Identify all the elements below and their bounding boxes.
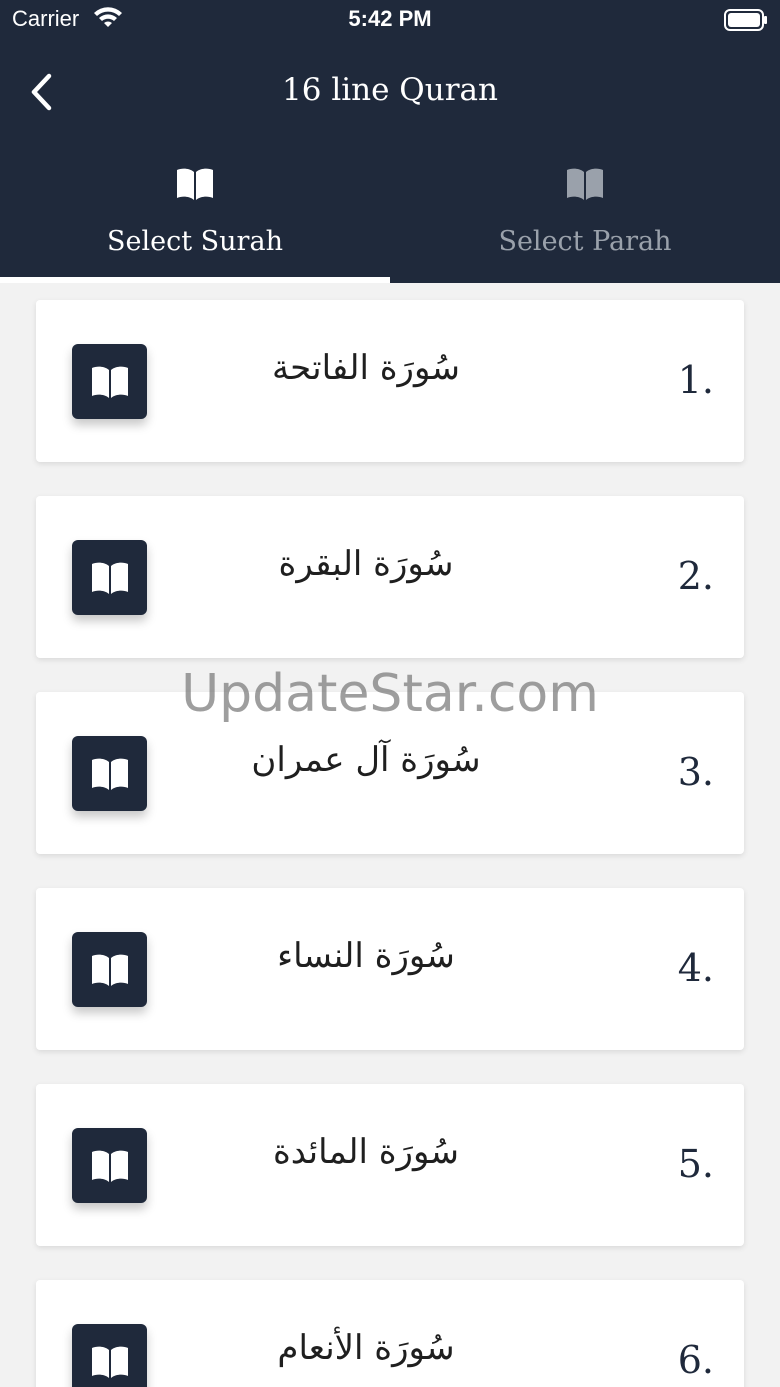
chevron-left-icon — [31, 73, 52, 111]
surah-number: 1. — [677, 358, 714, 402]
book-open-icon — [92, 1346, 128, 1378]
book-open-icon — [92, 562, 128, 594]
tab-bar: Select Surah Select Parah — [0, 150, 780, 283]
status-bar: Carrier 5:42 PM — [0, 0, 780, 40]
open-surah-button[interactable] — [72, 736, 147, 811]
surah-name: سُورَة الفاتحة — [271, 348, 461, 388]
book-open-icon — [567, 168, 603, 200]
tab-select-surah[interactable]: Select Surah — [0, 150, 390, 283]
surah-name: سُورَة البقرة — [278, 544, 454, 584]
app-header: Carrier 5:42 PM 16 line Quran Select Sur — [0, 0, 780, 283]
surah-name: سُورَة الأنعام — [277, 1328, 455, 1368]
tab-select-parah[interactable]: Select Parah — [390, 150, 780, 283]
surah-list-item[interactable]: سُورَة الفاتحة 1. — [36, 300, 744, 462]
open-surah-button[interactable] — [72, 540, 147, 615]
surah-name: سُورَة آل عمران — [251, 740, 481, 780]
navigation-bar: 16 line Quran — [0, 44, 780, 140]
surah-number: 5. — [677, 1142, 714, 1186]
book-open-icon — [92, 1150, 128, 1182]
status-time: 5:42 PM — [348, 6, 432, 31]
open-surah-button[interactable] — [72, 344, 147, 419]
open-surah-button[interactable] — [72, 1128, 147, 1203]
surah-list-item[interactable]: سُورَة آل عمران 3. — [36, 692, 744, 854]
surah-list-item[interactable]: سُورَة المائدة 5. — [36, 1084, 744, 1246]
back-button[interactable] — [22, 70, 62, 114]
page-title: 16 line Quran — [282, 72, 498, 108]
surah-number: 4. — [677, 946, 714, 990]
surah-list-item[interactable]: سُورَة الأنعام 6. — [36, 1280, 744, 1387]
open-surah-button[interactable] — [72, 932, 147, 1007]
surah-list-item[interactable]: سُورَة البقرة 2. — [36, 496, 744, 658]
surah-name: سُورَة المائدة — [272, 1132, 460, 1172]
surah-list[interactable]: سُورَة الفاتحة 1. سُورَة البقرة 2. سُورَ… — [0, 283, 780, 1387]
surah-number: 3. — [677, 750, 714, 794]
tab-label: Select Surah — [107, 226, 283, 257]
book-open-icon — [92, 758, 128, 790]
surah-name: سُورَة النساء — [277, 936, 455, 976]
tab-label: Select Parah — [498, 226, 672, 257]
book-open-icon — [177, 168, 213, 200]
book-open-icon — [92, 954, 128, 986]
surah-list-item[interactable]: سُورَة النساء 4. — [36, 888, 744, 1050]
open-surah-button[interactable] — [72, 1324, 147, 1387]
surah-number: 6. — [677, 1338, 714, 1382]
book-open-icon — [92, 366, 128, 398]
battery-icon — [724, 9, 767, 31]
surah-number: 2. — [677, 554, 714, 598]
